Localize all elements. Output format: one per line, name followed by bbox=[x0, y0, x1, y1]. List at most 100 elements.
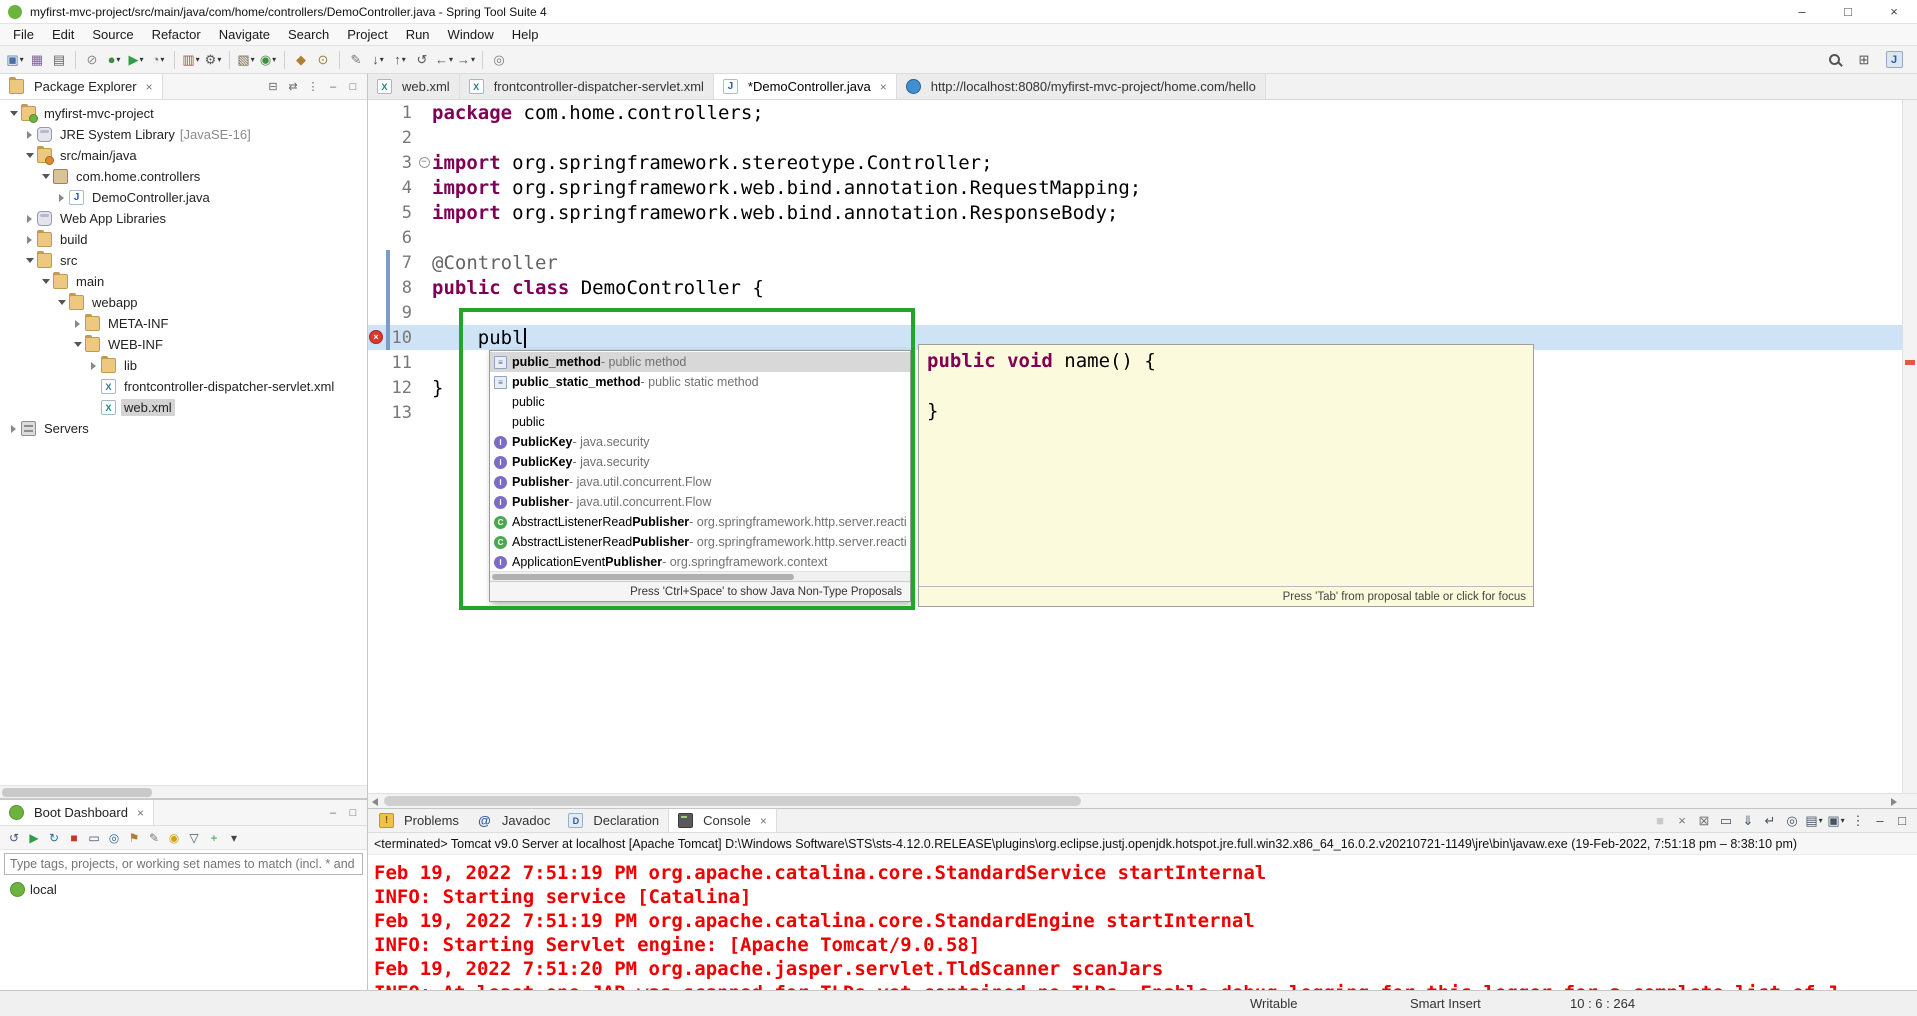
expand-arrow-icon[interactable] bbox=[27, 215, 32, 223]
editor-tab-democontroller-java[interactable]: J*DemoController.java× bbox=[714, 74, 897, 99]
code-line-4[interactable]: 4import org.springframework.web.bind.ann… bbox=[368, 175, 1917, 200]
code-line-7[interactable]: 7@Controller bbox=[368, 250, 1917, 275]
proposal-item[interactable]: IPublicKey - java.security bbox=[490, 432, 910, 452]
autocomplete-hscrollbar[interactable] bbox=[490, 571, 910, 581]
minimize-icon[interactable]: – bbox=[323, 81, 343, 93]
menu-help[interactable]: Help bbox=[503, 25, 548, 44]
code-line-6[interactable]: 6 bbox=[368, 225, 1917, 250]
minimize-icon[interactable]: – bbox=[323, 807, 343, 819]
scrollbar-thumb[interactable] bbox=[2, 788, 152, 797]
jar-export-icon[interactable]: ◆ bbox=[291, 49, 311, 71]
collapse-arrow-icon[interactable] bbox=[26, 258, 34, 263]
collapse-all-icon[interactable]: ⊟ bbox=[263, 80, 283, 93]
view-menu-icon[interactable]: ⋮ bbox=[1848, 810, 1868, 832]
tree-item-web-xml[interactable]: Xweb.xml bbox=[0, 397, 367, 418]
proposal-item[interactable]: public bbox=[490, 392, 910, 412]
open-search-icon[interactable]: ⊙ bbox=[313, 49, 333, 71]
mark-occurrences-icon[interactable]: ✎ bbox=[346, 49, 366, 71]
menu-navigate[interactable]: Navigate bbox=[210, 25, 279, 44]
link-with-editor-icon[interactable]: ⇄ bbox=[283, 80, 303, 93]
expand-arrow-icon[interactable] bbox=[59, 194, 64, 202]
display-selected-console-icon[interactable]: ▤▾ bbox=[1804, 810, 1824, 832]
code-line-3[interactable]: 3−import org.springframework.stereotype.… bbox=[368, 150, 1917, 175]
java-perspective-icon[interactable]: J bbox=[1884, 49, 1904, 71]
menu-file[interactable]: File bbox=[4, 25, 43, 44]
edit-icon[interactable]: ✎ bbox=[145, 827, 163, 849]
collapse-arrow-icon[interactable] bbox=[42, 279, 50, 284]
package-explorer-tab[interactable]: Package Explorer × bbox=[0, 74, 163, 99]
collapse-arrow-icon[interactable] bbox=[10, 111, 18, 116]
expand-arrow-icon[interactable] bbox=[27, 131, 32, 139]
editor-hscrollbar[interactable] bbox=[368, 793, 1917, 808]
remove-all-terminated-icon[interactable]: ⊠ bbox=[1694, 810, 1714, 832]
minimize-icon[interactable]: – bbox=[1870, 810, 1890, 832]
proposal-item[interactable]: IPublisher - java.util.concurrent.Flow bbox=[490, 492, 910, 512]
package-explorer-hscrollbar[interactable] bbox=[0, 785, 367, 798]
expand-arrow-icon[interactable] bbox=[27, 236, 32, 244]
terminate-icon[interactable]: ■ bbox=[1650, 810, 1670, 832]
menu-search[interactable]: Search bbox=[279, 25, 338, 44]
print-icon[interactable]: ▤ bbox=[49, 49, 69, 71]
maximize-icon[interactable]: □ bbox=[343, 807, 363, 819]
console-tab-declaration[interactable]: DDeclaration bbox=[559, 809, 668, 832]
forward-icon[interactable]: →▾ bbox=[456, 49, 476, 71]
minimize-button[interactable]: – bbox=[1779, 0, 1825, 23]
boot-item-local[interactable]: local bbox=[0, 878, 367, 900]
tree-item-myfirst-mvc-project[interactable]: myfirst-mvc-project bbox=[0, 103, 367, 124]
menu-edit[interactable]: Edit bbox=[43, 25, 83, 44]
external-tools-icon[interactable]: ⚙▾ bbox=[203, 49, 223, 71]
expand-arrow-icon[interactable] bbox=[11, 425, 16, 433]
tag-icon[interactable]: ⚑ bbox=[125, 827, 143, 849]
proposal-item[interactable]: IPublicKey - java.security bbox=[490, 452, 910, 472]
remove-launch-icon[interactable]: × bbox=[1672, 810, 1692, 832]
code-line-9[interactable]: 9 bbox=[368, 300, 1917, 325]
tree-item-com-home-controllers[interactable]: com.home.controllers bbox=[0, 166, 367, 187]
tree-item-lib[interactable]: lib bbox=[0, 355, 367, 376]
proposal-item[interactable]: CAbstractListenerReadPublisher - org.spr… bbox=[490, 532, 910, 552]
tree-item-jre-system-library[interactable]: JRE System Library[JavaSE-16] bbox=[0, 124, 367, 145]
tree-item-democontroller-java[interactable]: JDemoController.java bbox=[0, 187, 367, 208]
start-icon[interactable]: ▶ bbox=[25, 827, 43, 849]
tree-item-web-inf[interactable]: WEB-INF bbox=[0, 334, 367, 355]
close-icon[interactable]: × bbox=[146, 80, 153, 94]
pin-console-icon[interactable]: ◎ bbox=[1782, 810, 1802, 832]
maximize-icon[interactable]: □ bbox=[343, 81, 363, 93]
new-wizard-icon[interactable]: ▣▾ bbox=[5, 49, 25, 71]
profile-icon[interactable]: ◔▾ bbox=[148, 49, 168, 71]
editor-tab-frontcontroller-dispatcher-servlet-xml[interactable]: Xfrontcontroller-dispatcher-servlet.xml bbox=[460, 74, 714, 99]
scroll-left-arrow-icon[interactable] bbox=[372, 798, 378, 806]
debug-icon[interactable]: ●▾ bbox=[104, 49, 124, 71]
view-menu-icon[interactable]: ⋮ bbox=[303, 80, 323, 93]
tree-item-build[interactable]: build bbox=[0, 229, 367, 250]
collapse-arrow-icon[interactable] bbox=[42, 174, 50, 179]
code-line-5[interactable]: 5import org.springframework.web.bind.ann… bbox=[368, 200, 1917, 225]
save-icon[interactable]: ▦ bbox=[27, 49, 47, 71]
proposal-item[interactable]: public bbox=[490, 412, 910, 432]
menu-project[interactable]: Project bbox=[338, 25, 396, 44]
code-line-2[interactable]: 2 bbox=[368, 125, 1917, 150]
tree-item-meta-inf[interactable]: META-INF bbox=[0, 313, 367, 334]
console-tab-console[interactable]: Console× bbox=[668, 809, 777, 832]
back-icon[interactable]: ←▾ bbox=[434, 49, 454, 71]
collapse-arrow-icon[interactable] bbox=[74, 342, 82, 347]
tree-item-src-main-java[interactable]: src/main/java bbox=[0, 145, 367, 166]
console-tab-javadoc[interactable]: @Javadoc bbox=[468, 809, 559, 832]
fold-collapse-icon[interactable]: − bbox=[419, 157, 430, 168]
close-icon[interactable]: × bbox=[880, 80, 887, 94]
code-line-8[interactable]: 8public class DemoController { bbox=[368, 275, 1917, 300]
view-menu-icon[interactable]: ▾ bbox=[225, 827, 243, 849]
menu-refactor[interactable]: Refactor bbox=[143, 25, 210, 44]
code-line-1[interactable]: 1package com.home.controllers; bbox=[368, 100, 1917, 125]
scrollbar-thumb[interactable] bbox=[384, 796, 1081, 806]
tree-item-main[interactable]: main bbox=[0, 271, 367, 292]
tree-item-web-app-libraries[interactable]: Web App Libraries bbox=[0, 208, 367, 229]
bulb-icon[interactable]: ◉ bbox=[165, 827, 183, 849]
close-icon[interactable]: × bbox=[760, 814, 767, 828]
maximize-button[interactable]: □ bbox=[1825, 0, 1871, 23]
proposal-item[interactable]: IApplicationEventPublisher - org.springf… bbox=[490, 552, 910, 571]
boot-filter-input[interactable] bbox=[4, 853, 363, 875]
open-console-icon[interactable]: ▭ bbox=[85, 827, 103, 849]
open-browser-icon[interactable]: ◎ bbox=[105, 827, 123, 849]
next-annotation-icon[interactable]: ↓▾ bbox=[368, 49, 388, 71]
search-icon[interactable] bbox=[1824, 49, 1844, 71]
